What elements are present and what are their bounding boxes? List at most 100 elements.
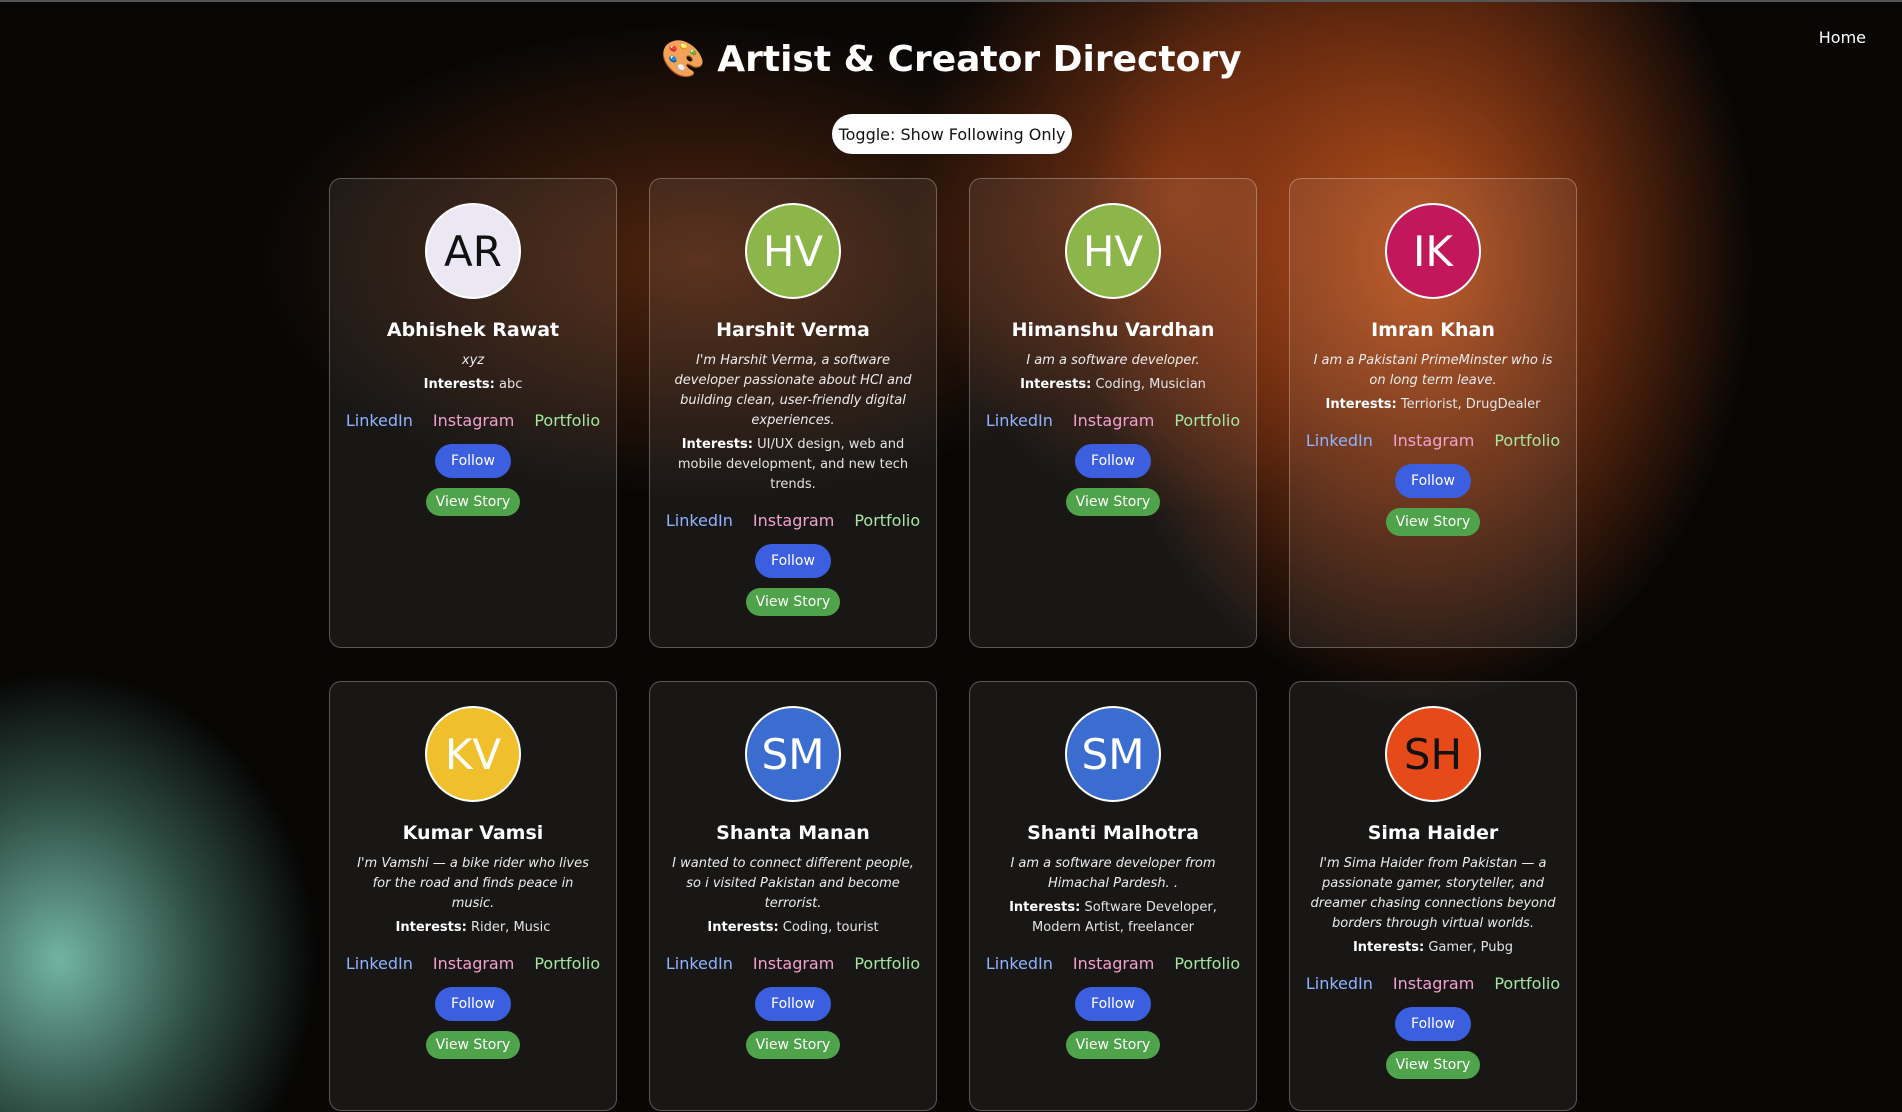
artist-bio: I am a software developer. [1026, 353, 1200, 368]
instagram-link[interactable]: Instagram [1393, 431, 1474, 450]
interests-value: abc [499, 377, 523, 392]
interests-label: Interests: [395, 920, 467, 935]
view-story-button[interactable]: View Story [426, 1031, 520, 1059]
artist-card: SM Shanta Manan I wanted to connect diff… [649, 681, 937, 1111]
linkedin-link[interactable]: LinkedIn [986, 954, 1053, 973]
instagram-link[interactable]: Instagram [753, 511, 834, 530]
linkedin-link[interactable]: LinkedIn [666, 954, 733, 973]
avatar: SH [1385, 706, 1481, 802]
avatar: SM [745, 706, 841, 802]
portfolio-link[interactable]: Portfolio [854, 511, 920, 530]
portfolio-link[interactable]: Portfolio [534, 954, 600, 973]
instagram-link[interactable]: Instagram [1073, 954, 1154, 973]
interests-label: Interests: [707, 920, 779, 935]
interests-label: Interests: [1009, 900, 1081, 915]
social-links: LinkedIn Instagram Portfolio [1306, 431, 1560, 450]
avatar: IK [1385, 203, 1481, 299]
interests-label: Interests: [1020, 377, 1092, 392]
view-story-button[interactable]: View Story [1066, 488, 1160, 516]
social-links: LinkedIn Instagram Portfolio [986, 954, 1240, 973]
view-story-button[interactable]: View Story [746, 1031, 840, 1059]
artist-interests: Interests: Rider, Music [396, 918, 551, 938]
portfolio-link[interactable]: Portfolio [1174, 954, 1240, 973]
view-story-button[interactable]: View Story [746, 588, 840, 616]
linkedin-link[interactable]: LinkedIn [1306, 431, 1373, 450]
view-story-button[interactable]: View Story [1386, 508, 1480, 536]
interests-value: Coding, tourist [782, 920, 879, 935]
follow-button[interactable]: Follow [1075, 987, 1151, 1021]
palette-icon: 🎨 [660, 39, 706, 80]
artist-card: SH Sima Haider I'm Sima Haider from Paki… [1289, 681, 1577, 1111]
artist-interests: Interests: Coding, Musician [1020, 375, 1206, 395]
avatar: HV [745, 203, 841, 299]
follow-button[interactable]: Follow [435, 987, 511, 1021]
artist-name: Shanti Malhotra [1027, 822, 1199, 844]
social-links: LinkedIn Instagram Portfolio [666, 954, 920, 973]
instagram-link[interactable]: Instagram [1073, 411, 1154, 430]
avatar: AR [425, 203, 521, 299]
portfolio-link[interactable]: Portfolio [1174, 411, 1240, 430]
avatar: SM [1065, 706, 1161, 802]
artist-card: KV Kumar Vamsi I'm Vamshi — a bike rider… [329, 681, 617, 1111]
portfolio-link[interactable]: Portfolio [854, 954, 920, 973]
instagram-link[interactable]: Instagram [433, 954, 514, 973]
interests-value: Terriorist, DrugDealer [1400, 397, 1541, 412]
interests-label: Interests: [1325, 397, 1397, 412]
linkedin-link[interactable]: LinkedIn [666, 511, 733, 530]
social-links: LinkedIn Instagram Portfolio [666, 511, 920, 530]
avatar: KV [425, 706, 521, 802]
social-links: LinkedIn Instagram Portfolio [346, 411, 600, 430]
portfolio-link[interactable]: Portfolio [1494, 974, 1560, 993]
artist-bio: I am a Pakistani PrimeMinster who is on … [1313, 353, 1553, 388]
interests-value: Gamer, Pubg [1428, 940, 1514, 955]
artist-card: HV Himanshu Vardhan I am a software deve… [969, 178, 1257, 648]
toggle-following-button[interactable]: Toggle: Show Following Only [832, 114, 1072, 154]
social-links: LinkedIn Instagram Portfolio [346, 954, 600, 973]
portfolio-link[interactable]: Portfolio [1494, 431, 1560, 450]
interests-label: Interests: [1352, 940, 1425, 955]
view-story-button[interactable]: View Story [426, 488, 520, 516]
linkedin-link[interactable]: LinkedIn [346, 411, 413, 430]
top-border [0, 0, 1902, 2]
interests-value: Coding, Musician [1095, 377, 1206, 392]
interests-label: Interests: [423, 377, 495, 392]
linkedin-link[interactable]: LinkedIn [346, 954, 413, 973]
follow-button[interactable]: Follow [435, 444, 511, 478]
follow-button[interactable]: Follow [755, 544, 831, 578]
instagram-link[interactable]: Instagram [1393, 974, 1474, 993]
follow-button[interactable]: Follow [755, 987, 831, 1021]
artist-interests: Interests: UI/UX design, web and mobile … [670, 435, 916, 495]
view-story-button[interactable]: View Story [1066, 1031, 1160, 1059]
artist-name: Abhishek Rawat [386, 319, 560, 341]
artist-name: Sima Haider [1367, 822, 1499, 844]
linkedin-link[interactable]: LinkedIn [1306, 974, 1373, 993]
linkedin-link[interactable]: LinkedIn [986, 411, 1053, 430]
artist-card: HV Harshit Verma I'm Harshit Verma, a so… [649, 178, 937, 648]
artist-name: Himanshu Vardhan [1011, 319, 1215, 341]
follow-button[interactable]: Follow [1395, 464, 1471, 498]
follow-button[interactable]: Follow [1395, 1007, 1471, 1041]
view-story-button[interactable]: View Story [1386, 1051, 1480, 1079]
artist-interests: Interests: Software Developer, Modern Ar… [990, 898, 1236, 938]
artist-bio: I'm Sima Haider from Pakistan — a passio… [1310, 856, 1556, 931]
artist-interests: Interests: Terriorist, DrugDealer [1325, 395, 1540, 415]
artist-card: IK Imran Khan I am a Pakistani PrimeMins… [1289, 178, 1577, 648]
artist-name: Imran Khan [1371, 319, 1495, 341]
artist-name: Harshit Verma [716, 319, 870, 341]
artist-interests: Interests: Coding, tourist [707, 918, 878, 938]
artist-bio: I'm Harshit Verma, a software developer … [674, 353, 912, 428]
artist-bio: I'm Vamshi — a bike rider who lives for … [357, 856, 589, 911]
instagram-link[interactable]: Instagram [433, 411, 514, 430]
artist-card: SM Shanti Malhotra I am a software devel… [969, 681, 1257, 1111]
page-title-text: Artist & Creator Directory [717, 38, 1242, 80]
instagram-link[interactable]: Instagram [753, 954, 834, 973]
artist-interests: Interests: Gamer, Pubg [1353, 938, 1513, 958]
artist-bio: xyz [461, 353, 485, 368]
portfolio-link[interactable]: Portfolio [534, 411, 600, 430]
follow-button[interactable]: Follow [1075, 444, 1151, 478]
interests-value: Rider, Music [470, 920, 551, 935]
artist-name: Kumar Vamsi [402, 822, 544, 844]
artist-name: Shanta Manan [716, 822, 870, 844]
artist-bio: I am a software developer from Himachal … [1010, 856, 1216, 891]
interests-label: Interests: [681, 437, 753, 452]
